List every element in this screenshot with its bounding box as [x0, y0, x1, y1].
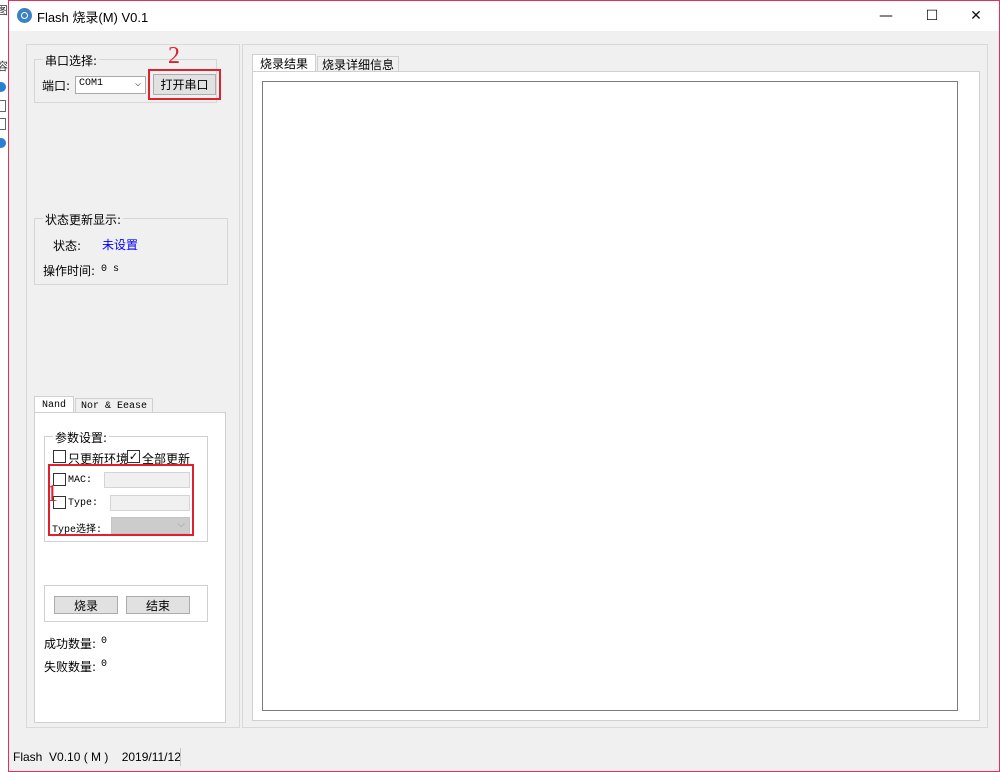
- app-window: Flash 烧录(M) V0.1 — ☐ ✕ 串口选择: 端口: COM1 ⌵ …: [8, 0, 1000, 772]
- maximize-button[interactable]: ☐: [909, 1, 955, 31]
- only-env-checkbox[interactable]: [53, 450, 66, 463]
- open-port-button[interactable]: 打开串口: [153, 74, 216, 95]
- close-button[interactable]: ✕: [953, 1, 999, 31]
- actions-group: 烧录 结束: [44, 585, 208, 622]
- port-combobox[interactable]: COM1 ⌵: [75, 76, 146, 94]
- left-panel: 串口选择: 端口: COM1 ⌵ 打开串口 2 状态更新显示: 状态: 未设置 …: [26, 43, 240, 728]
- fail-count-label: 失败数量:: [44, 660, 97, 674]
- status-bar-text: Flash V0.10 ( M ) 2019/11/12: [13, 750, 181, 764]
- burn-button[interactable]: 烧录: [54, 596, 118, 614]
- tab-burn-result-label: 烧录结果: [259, 57, 308, 71]
- nand-tab-page: 参数设置: 只更新环境 ✓ 全部更新 MAC: Type: Type选择: ⌵ …: [34, 412, 226, 723]
- tab-nor-erase[interactable]: Nor & Eease: [75, 398, 153, 413]
- annotation-1: 1: [46, 481, 58, 507]
- check-icon: ✓: [128, 450, 139, 463]
- end-button[interactable]: 结束: [126, 596, 190, 614]
- minimize-button[interactable]: —: [863, 1, 909, 31]
- result-tab-page: [252, 71, 980, 721]
- success-count-label: 成功数量:: [44, 637, 97, 651]
- success-count-value: 0: [101, 636, 108, 647]
- desktop-icon: [0, 138, 6, 148]
- desktop-glyph: 容: [0, 60, 8, 73]
- tab-nand[interactable]: Nand: [34, 396, 74, 413]
- mac-input[interactable]: [104, 472, 190, 488]
- type-select[interactable]: ⌵: [111, 517, 190, 534]
- right-panel: 烧录结果 烧录详细信息: [242, 44, 988, 728]
- type-select-label: Type选择:: [52, 525, 103, 536]
- desktop-checkbox: [0, 118, 6, 130]
- time-value: 0 s: [101, 264, 120, 275]
- desktop-icon: [0, 82, 6, 92]
- type-label: Type:: [68, 498, 99, 509]
- app-icon: [17, 8, 32, 23]
- status-group-title: 状态更新显示:: [43, 211, 124, 228]
- type-input[interactable]: [110, 495, 190, 511]
- all-update-checkbox[interactable]: ✓: [127, 450, 140, 463]
- close-icon: ✕: [970, 8, 982, 24]
- time-label: 操作时间:: [43, 264, 96, 278]
- result-textarea[interactable]: [262, 81, 958, 711]
- status-bar: Flash V0.10 ( M ) 2019/11/12: [9, 746, 999, 770]
- desktop-checkbox: [0, 100, 6, 112]
- tab-burn-result[interactable]: 烧录结果: [252, 54, 316, 72]
- params-group: 参数设置: 只更新环境 ✓ 全部更新 MAC: Type: Type选择: ⌵: [44, 429, 208, 542]
- tab-nand-label: Nand: [41, 399, 66, 411]
- status-group: 状态更新显示: 状态: 未设置 操作时间: 0 s: [34, 211, 228, 285]
- state-label: 状态:: [53, 239, 82, 253]
- port-value: COM1: [79, 78, 104, 89]
- serial-group: 串口选择: 端口: COM1 ⌵ 打开串口: [34, 52, 221, 103]
- serial-group-title: 串口选择:: [43, 52, 100, 69]
- desktop-edge: 图 容: [0, 0, 8, 772]
- port-label: 端口:: [42, 79, 71, 93]
- annotation-2: 2: [168, 43, 180, 69]
- state-value: 未设置: [102, 238, 139, 252]
- fail-count-value: 0: [101, 659, 108, 670]
- mac-label: MAC:: [68, 475, 93, 486]
- params-group-title: 参数设置:: [53, 429, 110, 446]
- window-title: Flash 烧录(M) V0.1: [37, 10, 149, 25]
- tab-nor-erase-label: Nor & Eease: [80, 400, 147, 412]
- status-bar-divider: [180, 748, 181, 766]
- maximize-icon: ☐: [925, 8, 939, 24]
- tab-burn-details[interactable]: 烧录详细信息: [317, 56, 399, 72]
- chevron-down-icon: ⌵: [177, 519, 185, 530]
- chevron-down-icon: ⌵: [134, 79, 141, 90]
- title-bar: Flash 烧录(M) V0.1 — ☐ ✕: [9, 1, 999, 31]
- desktop-glyph: 图: [0, 4, 8, 17]
- minimize-icon: —: [879, 8, 893, 24]
